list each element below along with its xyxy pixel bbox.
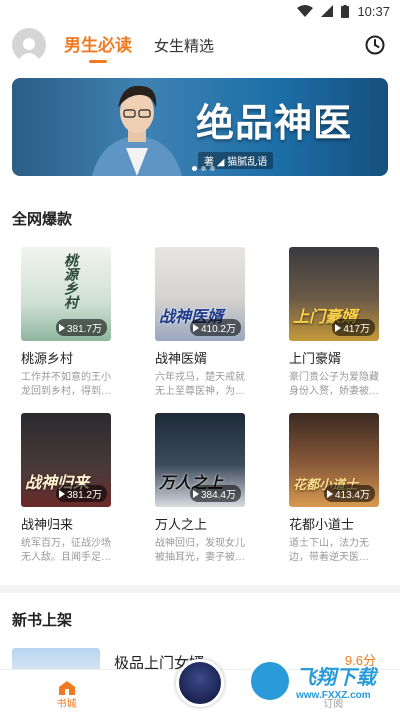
play-count: 381.2万 [55, 485, 107, 502]
book-title: 万人之上 [155, 517, 208, 532]
play-count-text: 384.4万 [200, 490, 236, 501]
play-count: 384.4万 [189, 485, 241, 502]
banner-title: 绝品神医 [196, 100, 353, 145]
book-title: 花都小道士 [289, 517, 355, 532]
book-cover: 上门豪婿 417万 [289, 247, 379, 341]
book-description: 工作并不如意的王小龙回到乡村，得到… [21, 372, 111, 397]
hot-book-grid: 桃源乡村 381.7万 桃源乡村 工作并不如意的王小龙回到乡村，得到… 战神医婿… [21, 247, 400, 565]
section-title-new: 新书上架 [12, 612, 73, 629]
book-title: 桃源乡村 [21, 351, 74, 366]
play-icon [58, 323, 65, 332]
play-count: 381.7万 [55, 319, 107, 336]
history-button[interactable] [364, 34, 386, 56]
play-icon [192, 323, 199, 332]
gender-tabs: 男生必读 女生精选 [64, 31, 214, 60]
clock-icon [365, 35, 385, 55]
book-cover: 桃源乡村 381.7万 [21, 247, 111, 341]
watermark-logo-icon [248, 659, 292, 703]
play-icon [335, 323, 342, 332]
tab-bookstore[interactable]: 书城 [0, 670, 133, 713]
section-title-hot: 全网爆款 [12, 211, 73, 228]
section-divider [0, 585, 400, 593]
book-card[interactable]: 桃源乡村 381.7万 桃源乡村 工作并不如意的王小龙回到乡村，得到… [21, 247, 111, 399]
cover-title: 桃源乡村 [63, 253, 79, 309]
pagination-dot [192, 166, 197, 171]
play-icon [192, 489, 199, 498]
now-playing-disc[interactable] [176, 659, 224, 707]
book-description: 豪门贵公子为爱隐藏身份入赘，娇妻被… [289, 372, 379, 397]
watermark-url: www.FXXZ.com [296, 690, 371, 701]
tab-female[interactable]: 女生精选 [154, 35, 214, 60]
book-cover: 花都小道士 413.4万 [289, 413, 379, 507]
user-icon [17, 38, 41, 62]
book-title: 战神医婿 [155, 351, 208, 366]
play-icon [326, 489, 333, 498]
tab-male[interactable]: 男生必读 [64, 31, 132, 60]
status-bar: 10:37 [0, 0, 400, 22]
watermark: 飞翔下载 www.FXXZ.com [248, 656, 398, 706]
book-title: 战神归来 [21, 517, 74, 532]
book-card[interactable]: 战神医婿 410.2万 战神医婿 六年戎马，楚天戒就无上至尊医神，为… [155, 247, 245, 399]
book-description: 道士下山，法力无边，带着逆天医… [289, 538, 369, 563]
play-count-text: 417万 [343, 324, 370, 335]
book-cover: 战神医婿 410.2万 [155, 247, 245, 341]
status-time: 10:37 [357, 3, 390, 19]
bookstore-icon [58, 681, 75, 695]
watermark-title: 飞翔下载 [296, 667, 376, 689]
book-description: 战神回归，发现女儿被抽耳光，妻子被… [155, 538, 245, 563]
play-count-text: 413.4万 [334, 490, 370, 501]
book-card[interactable]: 上门豪婿 417万 上门豪婿 豪门贵公子为爱隐藏身份入赘，娇妻被… [289, 247, 379, 399]
book-description: 六年戎马，楚天戒就无上至尊医神，为… [155, 372, 245, 397]
wifi-icon [297, 5, 314, 17]
book-description: 统军百万，征战沙场无人敌。且闻手足… [21, 538, 111, 563]
play-count-text: 381.2万 [66, 490, 102, 501]
pagination-dot [201, 166, 206, 171]
pagination-dot [210, 166, 215, 171]
signal-icon [321, 5, 334, 17]
book-card[interactable]: 战神归来 381.2万 战神归来 统军百万，征战沙场无人敌。且闻手足… [21, 413, 111, 565]
book-card[interactable]: 花都小道士 413.4万 花都小道士 道士下山，法力无边，带着逆天医… [289, 413, 379, 565]
play-count-text: 410.2万 [200, 324, 236, 335]
watermark-text: 飞翔下载 www.FXXZ.com [296, 661, 376, 701]
battery-icon [341, 4, 350, 18]
promo-banner[interactable]: 绝品神医 著 ◢ 猫腻乱语 [12, 78, 388, 176]
play-count: 410.2万 [189, 319, 241, 336]
play-icon [58, 489, 65, 498]
book-cover: 战神归来 381.2万 [21, 413, 111, 507]
book-card[interactable]: 万人之上 384.4万 万人之上 战神回归，发现女儿被抽耳光，妻子被… [155, 413, 245, 565]
play-count-text: 381.7万 [66, 324, 102, 335]
banner-character-image [92, 85, 182, 176]
play-count: 413.4万 [323, 485, 375, 502]
avatar[interactable] [12, 28, 46, 62]
banner-pagination [192, 166, 215, 171]
book-title: 上门豪婿 [289, 351, 342, 366]
play-count: 417万 [332, 319, 375, 336]
top-header: 男生必读 女生精选 [0, 22, 400, 68]
book-cover: 万人之上 384.4万 [155, 413, 245, 507]
tab-bookstore-label: 书城 [56, 699, 77, 710]
